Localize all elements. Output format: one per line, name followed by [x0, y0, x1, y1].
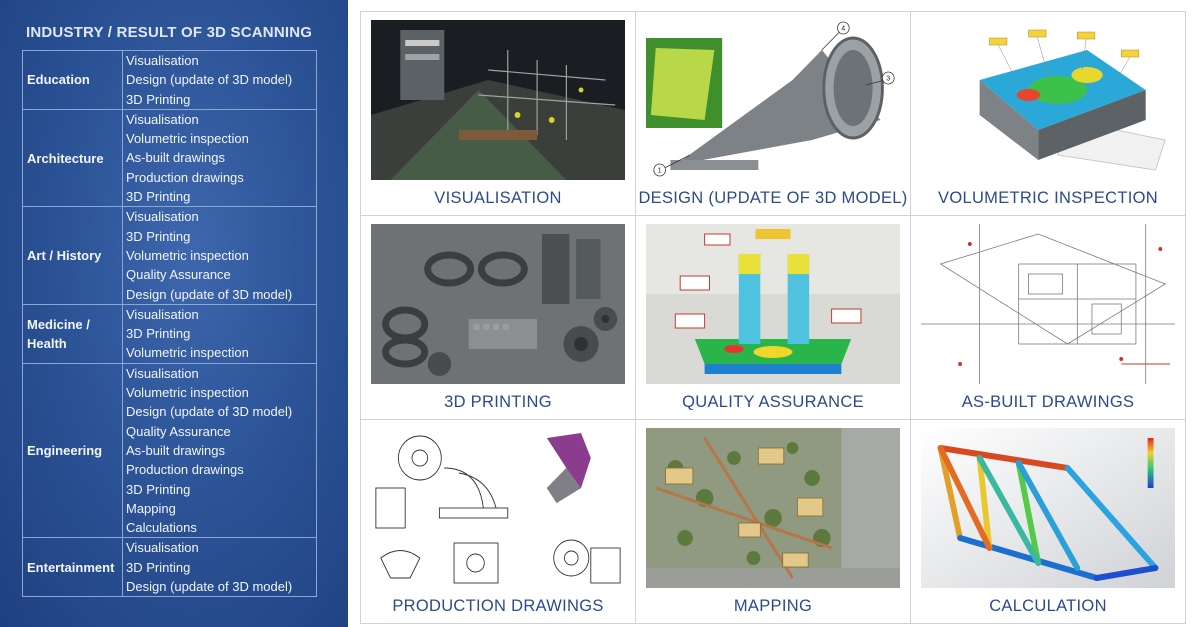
caption-as-built-drawings: AS-BUILT DRAWINGS	[961, 393, 1135, 411]
result-item: Visualisation	[126, 365, 199, 381]
result-item: 3D Printing	[126, 326, 191, 342]
aerial-map-image	[646, 428, 900, 588]
qa-deviation-image	[646, 224, 900, 384]
result-item: As-built drawings	[126, 150, 225, 166]
result-item: Production drawings	[126, 169, 244, 185]
result-item: Quality Assurance	[126, 423, 231, 439]
caption-3d-printing: 3D PRINTING	[444, 393, 552, 411]
result-item: 3D Printing	[126, 559, 191, 575]
grid-cell-3d-printing: 3D PRINTING	[361, 216, 636, 420]
result-item: Design (update of 3D model)	[126, 286, 293, 302]
grid-cell-quality-assurance: QUALITY ASSURANCE	[636, 216, 911, 420]
grid-cell-calculation: CALCULATION	[911, 420, 1186, 624]
result-item: Mapping	[126, 500, 176, 516]
industry-results: Visualisation 3D Printing Volumetric inspe…	[122, 206, 317, 305]
heatmap-part-image	[921, 20, 1175, 180]
panel-title: INDUSTRY / RESULT OF 3D SCANNING	[26, 24, 313, 41]
caption-visualisation: VISUALISATION	[434, 189, 562, 207]
industry-name: Art / History	[22, 206, 123, 305]
result-item: Visualisation	[126, 540, 199, 556]
ship-pointcloud-image	[371, 20, 625, 180]
cone-model-image: 1 3 4	[646, 20, 900, 180]
result-item: Design (update of 3D model)	[126, 579, 293, 595]
industry-row: Education Visualisation Design (update of …	[22, 50, 317, 110]
caption-production-drawings: PRODUCTION DRAWINGS	[392, 597, 604, 615]
grid-cell-design: 1 3 4 DESIGN (UPDATE OF 3D MODEL)	[636, 12, 911, 216]
industry-row: Art / History Visualisation 3D Printing Vol…	[22, 206, 317, 305]
result-item: Volumetric inspection	[126, 131, 249, 147]
caption-mapping: MAPPING	[733, 597, 813, 615]
industry-results: Visualisation 3D Printing Design (update o…	[122, 537, 317, 598]
result-item: Visualisation	[126, 209, 199, 225]
industry-results: Visualisation Volumetric inspection As-bui…	[122, 108, 317, 208]
industry-results: Visualisation Design (update of 3D model)…	[122, 50, 317, 110]
callout-4: 4	[841, 25, 845, 32]
technical-drawing-image	[371, 428, 625, 588]
industry-results: Visualisation Volumetric inspection Design…	[122, 362, 317, 539]
industry-table: Education Visualisation Design (update of …	[22, 50, 317, 598]
industry-name: Education	[22, 50, 123, 110]
industry-name: Medicine / Health	[22, 303, 123, 364]
industry-panel: INDUSTRY / RESULT OF 3D SCANNING Educati…	[0, 0, 348, 627]
industry-results: Visualisation 3D Printing Volumetric inspe…	[122, 303, 317, 364]
result-item: Visualisation	[126, 306, 199, 322]
result-item: 3D Printing	[126, 481, 191, 497]
result-item: Volumetric inspection	[126, 385, 249, 401]
result-item: 3D Printing	[126, 91, 191, 107]
grid-cell-visualisation: VISUALISATION	[361, 12, 636, 216]
grid-cell-production-drawings: PRODUCTION DRAWINGS	[361, 420, 636, 624]
result-item: Volumetric inspection	[126, 345, 249, 361]
result-item: Calculations	[126, 520, 197, 536]
result-item: Design (update of 3D model)	[126, 404, 293, 420]
result-item: As-built drawings	[126, 442, 225, 458]
caption-volumetric-inspection: VOLUMETRIC INSPECTION	[938, 189, 1158, 207]
fea-frame-image	[921, 428, 1175, 588]
result-item: Visualisation	[126, 53, 199, 68]
grid-cell-volumetric-inspection: VOLUMETRIC INSPECTION	[911, 12, 1186, 216]
result-item: Quality Assurance	[126, 267, 231, 283]
floorplan-image	[921, 224, 1175, 384]
industry-row: Engineering Visualisation Volumetric inspe…	[22, 362, 317, 539]
caption-calculation: CALCULATION	[989, 597, 1107, 615]
result-item: Design (update of 3D model)	[126, 72, 293, 88]
result-item: 3D Printing	[126, 189, 191, 205]
results-grid: VISUALISATION 1 3 4 DESIGN (UPDATE OF 3D…	[360, 11, 1186, 624]
printed-parts-image	[371, 224, 625, 384]
callout-1: 1	[658, 167, 662, 174]
callout-3: 3	[886, 75, 890, 82]
caption-quality-assurance: QUALITY ASSURANCE	[682, 393, 864, 411]
result-item: Visualisation	[126, 111, 199, 127]
result-item: Production drawings	[126, 462, 244, 478]
industry-name: Entertainment	[22, 537, 123, 598]
industry-row: Entertainment Visualisation 3D Printing Des…	[22, 537, 317, 598]
industry-name: Engineering	[22, 362, 123, 539]
industry-row: Medicine / Health Visualisation 3D Printin…	[22, 303, 317, 364]
grid-cell-as-built-drawings: AS-BUILT DRAWINGS	[911, 216, 1186, 420]
grid-cell-mapping: MAPPING	[636, 420, 911, 624]
industry-name: Architecture	[22, 108, 123, 208]
result-item: 3D Printing	[126, 228, 191, 244]
industry-row: Architecture Visualisation Volumetric insp…	[22, 108, 317, 208]
result-item: Volumetric inspection	[126, 247, 249, 263]
caption-design: DESIGN (UPDATE OF 3D MODEL)	[638, 189, 908, 207]
